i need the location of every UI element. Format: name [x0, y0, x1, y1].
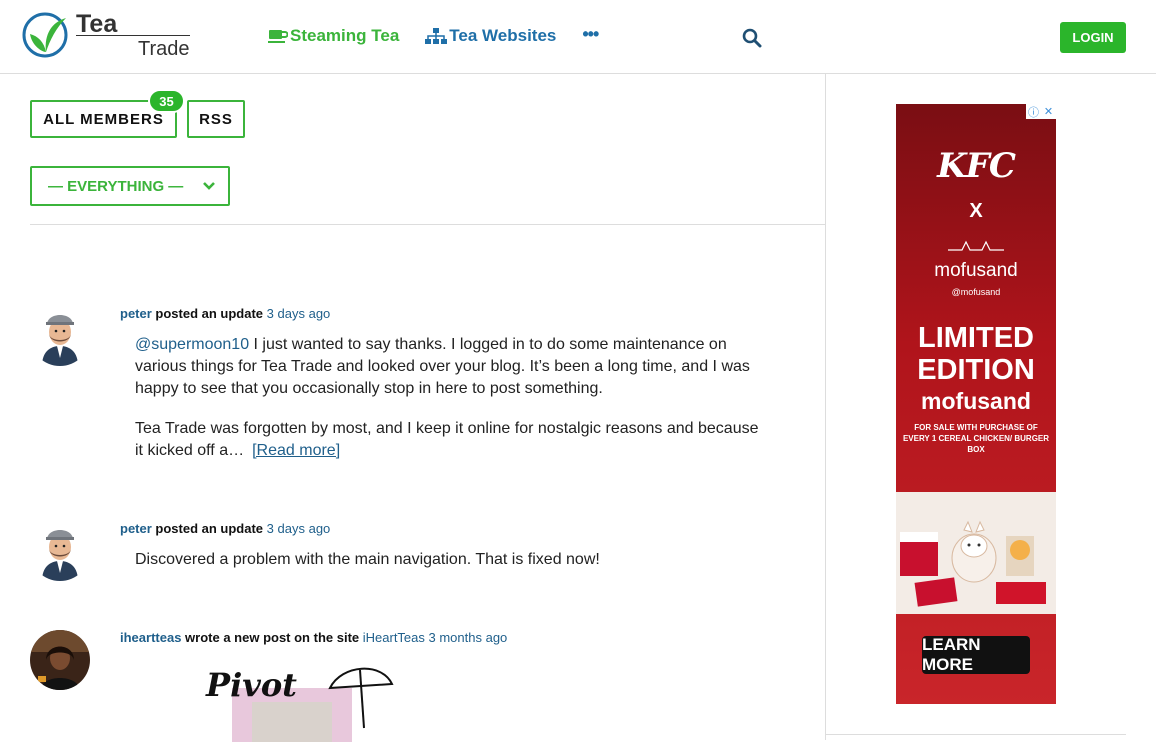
ad-partner-handle: @mofusand: [951, 287, 1001, 297]
chevron-down-icon: [203, 182, 215, 190]
nav-item-tea-websites[interactable]: Tea Websites: [425, 26, 556, 46]
ad-headline-line: EDITION: [917, 354, 1035, 386]
cat-ears-icon: [948, 240, 1004, 251]
nav-item-label: Tea Websites: [449, 26, 557, 45]
post-thumbnail[interactable]: Pivot: [202, 658, 394, 742]
rss-button[interactable]: RSS: [187, 100, 245, 138]
user-avatar-icon: [30, 521, 90, 581]
activity-header: peter posted an update 3 days ago: [120, 521, 330, 536]
search-icon[interactable]: [742, 28, 762, 48]
activity-header: peter posted an update 3 days ago: [120, 306, 330, 321]
product-plush-icon: [896, 492, 1056, 614]
login-button[interactable]: LOGIN: [1060, 22, 1126, 53]
activity-action: posted an update: [155, 521, 264, 536]
user-avatar-icon: [30, 306, 90, 366]
activity-time-link[interactable]: 3 months ago: [429, 630, 508, 645]
activity-time-link[interactable]: 3 days ago: [267, 521, 331, 536]
activity-user-link[interactable]: peter: [120, 306, 152, 321]
ad-close-icon[interactable]: ✕: [1041, 104, 1056, 119]
nav-item-label: Steaming Tea: [290, 26, 400, 45]
ad-info-icon[interactable]: ⓘ: [1026, 104, 1041, 119]
ad-headline-brand: mofusand: [921, 388, 1031, 414]
site-header: Tea Trade Steaming Tea Tea Websites •••: [0, 0, 1156, 74]
members-count-badge: 35: [148, 89, 185, 113]
ad-product-image: [896, 492, 1056, 614]
mention-link[interactable]: @supermoon10: [135, 336, 249, 353]
ad-learn-more-button[interactable]: LEARN MORE: [922, 635, 1030, 674]
post-image-icon: Pivot: [202, 658, 394, 742]
activity-action: posted an update: [155, 306, 264, 321]
activity-time-link[interactable]: 3 days ago: [267, 306, 331, 321]
column-divider: [825, 74, 826, 740]
sitemap-icon: [425, 28, 448, 44]
activity-action: wrote a new post on the site: [185, 630, 360, 645]
activity-main: ALL MEMBERS 35 RSS — EVERYTHING — peter: [30, 74, 825, 742]
activity-header: iheartteas wrote a new post on the site …: [120, 630, 507, 645]
activity-site-link[interactable]: iHeartTeas: [363, 630, 425, 645]
ad-collab-x: X: [969, 200, 983, 222]
ad-partner: mofusand: [934, 260, 1018, 281]
sidebar-divider: [826, 734, 1126, 735]
avatar[interactable]: [30, 521, 90, 581]
ad-brand: KFC: [937, 146, 1016, 186]
activity-user-link[interactable]: iheartteas: [120, 630, 181, 645]
activity-paragraph: Discovered a problem with the main navig…: [135, 551, 600, 568]
user-photo-icon: [30, 630, 90, 690]
filter-divider: [30, 224, 825, 225]
activity-content: @supermoon10 I just wanted to say thanks…: [135, 334, 765, 480]
nav-item-steaming-tea[interactable]: Steaming Tea: [268, 26, 399, 46]
teacup-icon: [268, 30, 288, 43]
ad-headline-line: LIMITED: [918, 322, 1034, 354]
nav-more-button[interactable]: •••: [582, 24, 599, 45]
paragraph-text: Tea Trade was forgotten by most, and I k…: [135, 420, 759, 459]
main-nav: Steaming Tea Tea Websites •••: [268, 24, 599, 46]
site-logo[interactable]: Tea Trade: [22, 10, 192, 60]
ad-controls: ⓘ ✕: [1026, 104, 1056, 119]
sidebar-advertisement[interactable]: ⓘ ✕ KFC X mofusand @mofusand LIMITED EDI…: [896, 104, 1056, 704]
activity-paragraph: @supermoon10 I just wanted to say thanks…: [135, 334, 765, 400]
avatar[interactable]: [30, 630, 90, 690]
ad-headline: LIMITED EDITION: [896, 322, 1056, 386]
read-more-link[interactable]: [Read more]: [252, 442, 340, 459]
activity-user-link[interactable]: peter: [120, 521, 152, 536]
ad-sale-text: FOR SALE WITH PURCHASE OF EVERY 1 CEREAL…: [902, 423, 1050, 454]
thumb-lettering: Pivot: [205, 666, 297, 704]
leaf-logo-icon: [22, 12, 68, 58]
logo-divider: [76, 35, 190, 36]
activity-content: Discovered a problem with the main navig…: [135, 549, 765, 589]
activity-filter-select[interactable]: — EVERYTHING —: [30, 166, 230, 206]
activity-paragraph: Tea Trade was forgotten by most, and I k…: [135, 418, 765, 462]
avatar[interactable]: [30, 306, 90, 366]
select-value: — EVERYTHING —: [48, 177, 184, 195]
logo-text-bottom: Trade: [138, 38, 190, 60]
